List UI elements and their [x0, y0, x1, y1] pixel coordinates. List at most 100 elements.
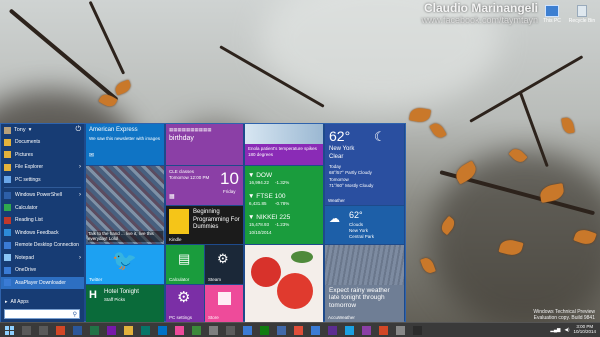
taskbar-button[interactable] [104, 324, 119, 337]
news-photo [245, 124, 323, 144]
start-app-item[interactable]: Windows Feedback [1, 227, 84, 240]
stock-value: 16,994.22 [249, 180, 270, 185]
power-icon[interactable]: ⏻ [75, 126, 81, 134]
taskbar-button[interactable] [138, 324, 153, 337]
clock-date: 10/10/2014 [573, 329, 596, 334]
chevron-right-icon[interactable]: › [79, 255, 81, 261]
tile-weather-small[interactable]: ☁ 62° Clouds New York Central Park [325, 206, 404, 244]
avatar [4, 126, 11, 134]
start-app-item[interactable]: Documents [1, 136, 84, 149]
taskbar-button[interactable] [342, 324, 357, 337]
network-icon[interactable]: ▂▄▆ [550, 327, 560, 333]
feedback-icon [4, 229, 11, 237]
start-app-item[interactable]: AsaPlayer Downloader [1, 276, 84, 289]
taskbar: ▂▄▆ ◀) 3:00 PM 10/10/2014 [0, 322, 600, 337]
taskbar-button[interactable] [257, 324, 272, 337]
taskbar-button[interactable] [274, 324, 289, 337]
taskbar-button[interactable] [223, 324, 238, 337]
start-search-input[interactable]: ⚲ [4, 309, 80, 319]
taskbar-button[interactable] [393, 324, 408, 337]
forecast-tomorrow: 71°/60° Mostly Cloudy [329, 183, 374, 188]
clock[interactable]: 3:00 PM 10/10/2014 [573, 324, 596, 335]
tile-calculator[interactable]: ▤ Calculator [166, 245, 204, 284]
start-app-item[interactable]: Calculator [1, 202, 84, 215]
chevron-right-icon[interactable]: › [79, 192, 81, 198]
taskbar-button[interactable] [206, 324, 221, 337]
start-app-item[interactable]: File Explorer › [1, 161, 84, 174]
tile-pc-settings[interactable]: ⚙ PC settings [166, 285, 204, 322]
start-app-item[interactable]: Pictures [1, 149, 84, 162]
stock-date: 10/10/2014 [249, 230, 272, 235]
start-button[interactable] [0, 323, 18, 337]
tile-label: Twitter [89, 277, 103, 282]
tile-steam[interactable]: ⚙ Steam [205, 245, 243, 284]
tile-weather[interactable]: 62° ☾ New York Clear Today 68°/57° Partl… [325, 124, 404, 205]
rain-image [325, 245, 404, 285]
weather-temp: 62° [349, 210, 363, 220]
taskbar-button[interactable] [53, 324, 68, 337]
desktop-icon-this-pc[interactable]: This PC [538, 5, 566, 24]
forecast-tomorrow-label: Tomorrow [329, 177, 349, 182]
taskbar-button[interactable] [70, 324, 85, 337]
stock-change: -1.23% [275, 222, 290, 227]
chevron-right-icon[interactable]: › [79, 164, 81, 170]
tile-facebook[interactable]: Talk to the hand ... live it, live this … [86, 166, 164, 244]
start-app-label: PC settings [15, 176, 41, 183]
search-icon: ⚲ [72, 312, 77, 318]
desktop-icon-recycle-bin[interactable]: Recycle Bin [568, 5, 596, 24]
taskbar-button[interactable] [325, 324, 340, 337]
tile-food[interactable] [245, 245, 323, 322]
mail-icon [277, 325, 286, 335]
news-headline: Enola patient's temperature spikes 180 d… [248, 146, 317, 157]
tile-money[interactable]: ▼ DOW 16,994.22 -1.32% ▼ FTSE 100 6,431.… [245, 166, 323, 244]
stock-change: -0.78% [275, 201, 290, 206]
all-apps-button[interactable]: ▸ All Apps [1, 297, 84, 307]
taskbar-button[interactable] [240, 324, 255, 337]
start-app-item[interactable]: Notepad › [1, 252, 84, 265]
desktop-icon-label: Recycle Bin [568, 18, 596, 24]
start-app-item[interactable]: Remote Desktop Connection [1, 239, 84, 252]
taskbar-button[interactable] [87, 324, 102, 337]
taskbar-button[interactable] [121, 324, 136, 337]
taskbar-button[interactable] [36, 324, 51, 337]
calculator-icon [4, 204, 11, 212]
tile-hotel-tonight[interactable]: H Hotel Tonight Staff Picks [86, 285, 164, 322]
start-app-item[interactable]: PC settings [1, 174, 84, 187]
tile-american-express[interactable]: American Express We saw this newsletter … [86, 124, 164, 165]
taskbar-button[interactable] [308, 324, 323, 337]
taskbar-button[interactable] [172, 324, 187, 337]
tile-twitter[interactable]: 🐦 Twitter [86, 245, 164, 284]
tile-kindle[interactable]: Beginning Programming For Dummies Kindle [166, 206, 243, 244]
start-app-item[interactable]: Windows PowerShell › [1, 189, 84, 202]
taskbar-button[interactable] [19, 324, 34, 337]
user-name: Tony [14, 127, 26, 133]
taskbar-button[interactable] [359, 324, 374, 337]
tile-birthday[interactable]: ▦▦▦▦▦▦▦▦▦▦ birthday [166, 124, 243, 165]
volume-icon[interactable]: ◀) [565, 327, 570, 333]
pattern-row: ▦▦▦▦▦▦▦▦▦▦ [169, 127, 212, 132]
moon-icon: ☾ [374, 129, 386, 144]
weather-condition: Clear [329, 154, 344, 160]
evaluation-watermark: Windows Technical Preview Evaluation cop… [533, 309, 595, 322]
tile-rain-forecast[interactable]: Expect rainy weather late tonight throug… [325, 245, 404, 322]
all-apps-label: All Apps [10, 299, 29, 305]
user-account[interactable]: Tony ▾ ⏻ [1, 124, 84, 136]
weather-city: New York [349, 228, 369, 233]
tile-calendar[interactable]: CLE classes Tomorrow 12:00 PM 10 Friday … [166, 166, 243, 205]
calendar-icon: ▦ [169, 194, 175, 200]
tile-news[interactable]: Enola patient's temperature spikes 180 d… [245, 124, 323, 165]
calculator-icon: ▤ [178, 251, 191, 266]
forecast-today: 68°/57° Partly Cloudy [329, 170, 372, 175]
taskbar-button[interactable] [376, 324, 391, 337]
taskbar-button[interactable] [155, 324, 170, 337]
taskbar-button[interactable] [410, 324, 425, 337]
taskbar-button[interactable] [291, 324, 306, 337]
watermark-line: Evaluation copy. Build 9841 [533, 315, 595, 322]
tile-store[interactable]: Store [205, 285, 243, 322]
start-app-label: Pictures [15, 151, 34, 158]
start-app-item[interactable]: OneDrive [1, 264, 84, 277]
photos-icon [311, 325, 320, 335]
taskbar-button[interactable] [189, 324, 204, 337]
start-app-item[interactable]: Reading List [1, 214, 84, 227]
tile-label: Store [208, 315, 219, 320]
